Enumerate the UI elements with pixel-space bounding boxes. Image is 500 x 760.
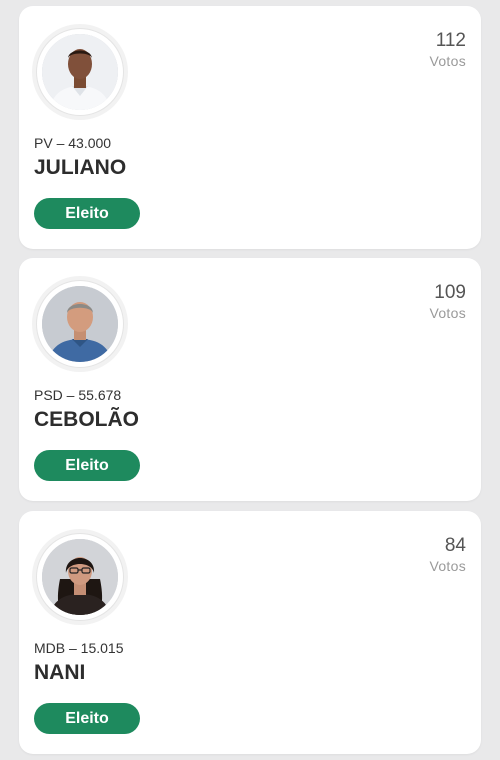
candidate-name: JULIANO bbox=[34, 156, 127, 179]
candidate-card[interactable]: 109 Votos PSD – 55.678 CEBOLÃO Eleito bbox=[19, 258, 481, 501]
party-number: PSD – 55.678 bbox=[34, 387, 122, 403]
candidate-photo-icon bbox=[42, 34, 118, 110]
vote-count-label: Votos bbox=[429, 53, 466, 69]
avatar bbox=[36, 280, 124, 368]
party-number: PV – 43.000 bbox=[34, 135, 112, 151]
candidate-list: 112 Votos PV – 43.000 JULIANO Eleito 109… bbox=[0, 0, 500, 760]
vote-count-label: Votos bbox=[429, 558, 466, 574]
vote-count-value: 109 bbox=[434, 282, 466, 303]
vote-count-value: 84 bbox=[444, 535, 466, 556]
candidate-photo-icon bbox=[42, 286, 118, 362]
status-badge: Eleito bbox=[34, 198, 140, 229]
avatar bbox=[36, 533, 124, 621]
party-number: MDB – 15.015 bbox=[34, 640, 124, 656]
candidate-photo-icon bbox=[42, 539, 118, 615]
candidate-name: CEBOLÃO bbox=[34, 408, 139, 431]
candidate-card[interactable]: 112 Votos PV – 43.000 JULIANO Eleito bbox=[19, 6, 481, 249]
vote-count-value: 112 bbox=[435, 30, 466, 51]
vote-count: 109 Votos bbox=[429, 282, 466, 322]
candidate-name: NANI bbox=[34, 661, 86, 684]
status-badge: Eleito bbox=[34, 450, 140, 481]
vote-count-label: Votos bbox=[429, 305, 466, 321]
status-badge: Eleito bbox=[34, 703, 140, 734]
candidate-card[interactable]: 84 Votos MDB – 15.015 NANI Eleito bbox=[19, 511, 481, 754]
vote-count: 112 Votos bbox=[429, 30, 466, 70]
vote-count: 84 Votos bbox=[429, 535, 466, 575]
avatar bbox=[36, 28, 124, 116]
